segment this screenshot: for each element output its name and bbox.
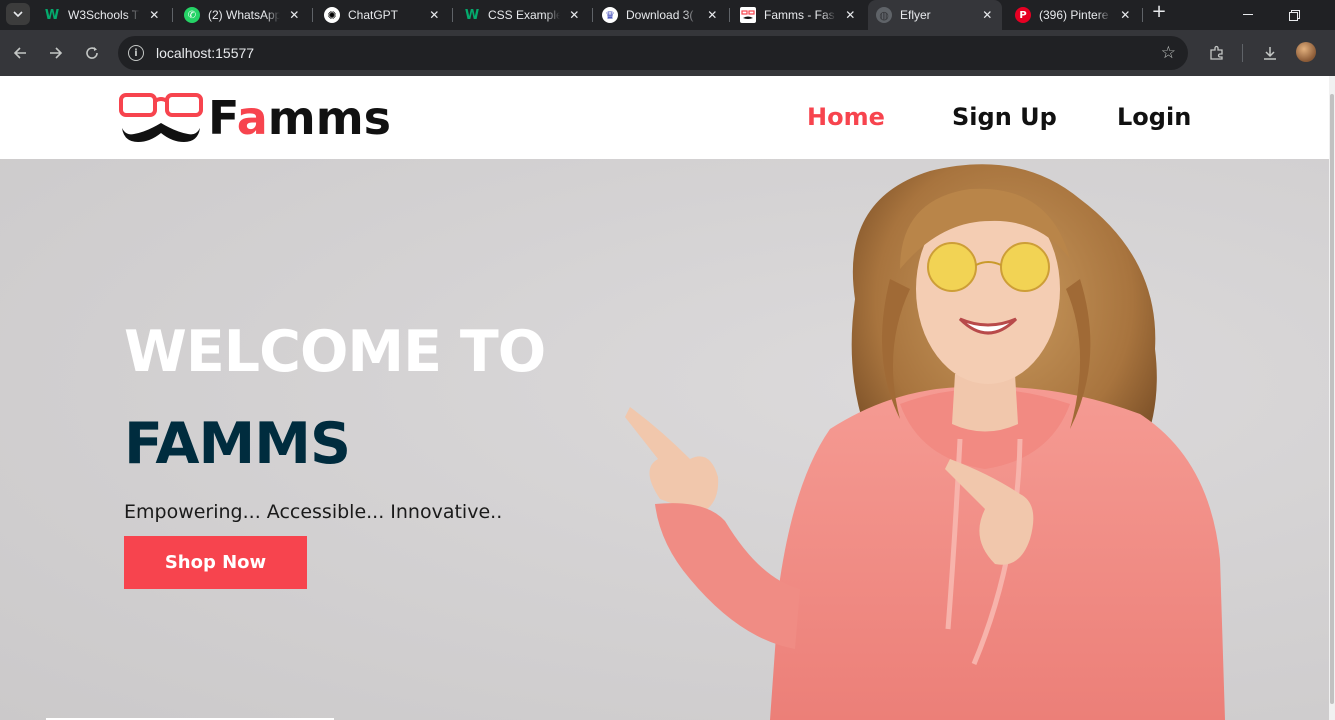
tab-title: Download 3( <box>626 8 694 22</box>
tab-divider <box>1142 8 1143 22</box>
logo-letter-f: F <box>208 91 237 145</box>
browser-toolbar: i localhost:15577 ☆ <box>0 30 1335 76</box>
back-button[interactable] <box>7 40 33 66</box>
globe-icon: ◍ <box>876 7 892 23</box>
profile-avatar[interactable] <box>1296 42 1316 62</box>
hero-heading-welcome: WELCOME TO <box>124 319 546 385</box>
browser-tab[interactable]: ♛ Download 3( ✕ <box>594 0 727 30</box>
arrow-left-icon <box>13 47 26 59</box>
page-viewport: Famms Home Sign Up Login WELCOME TO FAMM… <box>0 76 1335 720</box>
close-icon[interactable]: ✕ <box>981 8 994 22</box>
downloads-button[interactable] <box>1259 42 1281 64</box>
famms-favicon-icon <box>740 7 756 23</box>
pinterest-icon: P <box>1015 7 1031 23</box>
scrollbar-thumb[interactable] <box>1330 94 1334 704</box>
bookmark-star-icon[interactable]: ☆ <box>1161 43 1176 63</box>
close-icon[interactable]: ✕ <box>148 8 161 22</box>
tab-divider <box>452 8 453 22</box>
minimize-button[interactable] <box>1225 0 1271 30</box>
download-icon <box>1264 47 1276 60</box>
restore-button[interactable] <box>1271 0 1317 30</box>
close-icon[interactable]: ✕ <box>706 8 719 22</box>
shop-now-button[interactable]: Shop Now <box>124 536 307 589</box>
restore-icon <box>1288 9 1300 21</box>
page-scrollbar[interactable] <box>1329 76 1335 720</box>
tab-title: ChatGPT <box>348 8 399 22</box>
browser-tab-active[interactable]: ◍ Eflyer ✕ <box>868 0 1002 30</box>
tab-title: (2) WhatsApp <box>208 8 280 22</box>
address-bar[interactable]: i localhost:15577 ☆ <box>118 36 1188 70</box>
tab-search-button[interactable] <box>6 3 30 25</box>
famms-logo[interactable]: Famms <box>118 92 391 144</box>
extensions-button[interactable] <box>1206 42 1228 64</box>
logo-letter-a: a <box>236 91 268 145</box>
tab-title: Eflyer <box>900 8 931 22</box>
new-tab-button[interactable]: + <box>1148 2 1170 24</box>
hero-banner: WELCOME TO FAMMS Empowering... Accessibl… <box>0 159 1329 720</box>
w3schools-icon: W <box>464 7 480 23</box>
chatgpt-icon: ✺ <box>324 7 340 23</box>
arrow-right-icon <box>50 47 63 59</box>
tab-title: Famms - Fas <box>764 8 835 22</box>
tab-title: W3Schools T <box>68 8 140 22</box>
browser-tab[interactable]: W CSS Example ✕ <box>456 0 589 30</box>
close-icon[interactable]: ✕ <box>844 8 857 22</box>
crown-icon: ♛ <box>602 7 618 23</box>
tab-divider <box>172 8 173 22</box>
logo-letters-mms: mms <box>267 91 392 145</box>
toolbar-divider <box>1242 44 1243 62</box>
reload-button[interactable] <box>79 40 105 66</box>
browser-tab[interactable]: W W3Schools T ✕ <box>36 0 169 30</box>
puzzle-icon <box>1210 45 1223 60</box>
minimize-icon <box>1243 14 1253 15</box>
url-text[interactable]: localhost:15577 <box>156 45 254 61</box>
reload-icon <box>86 47 98 59</box>
w3schools-icon: W <box>44 7 60 23</box>
tab-divider <box>729 8 730 22</box>
glasses-mustache-logo-icon <box>119 93 203 142</box>
hero-heading-brand: FAMMS <box>124 411 351 477</box>
logo-text: Famms <box>208 95 391 141</box>
hero-tagline: Empowering... Accessible... Innovative.. <box>124 501 503 523</box>
forward-button[interactable] <box>43 40 69 66</box>
browser-tab[interactable]: P (396) Pintere ✕ <box>1007 0 1140 30</box>
chevron-down-icon <box>13 11 23 18</box>
hero-model-image <box>625 164 1225 720</box>
close-icon[interactable]: ✕ <box>288 8 301 22</box>
nav-login[interactable]: Login <box>1117 103 1191 131</box>
nav-sign-up[interactable]: Sign Up <box>952 103 1057 131</box>
browser-tab[interactable]: ✆ (2) WhatsApp ✕ <box>176 0 309 30</box>
close-icon[interactable]: ✕ <box>568 8 581 22</box>
tab-title: (396) Pintere <box>1039 8 1109 22</box>
tab-divider <box>312 8 313 22</box>
site-header: Famms Home Sign Up Login <box>0 76 1329 159</box>
close-icon[interactable]: ✕ <box>1119 8 1132 22</box>
browser-tab-strip: W W3Schools T ✕ ✆ (2) WhatsApp ✕ ✺ ChatG… <box>0 0 1335 30</box>
close-icon[interactable]: ✕ <box>428 8 441 22</box>
tab-title: CSS Example <box>488 8 560 22</box>
nav-home[interactable]: Home <box>807 103 885 131</box>
browser-tab[interactable]: ✺ ChatGPT ✕ <box>316 0 449 30</box>
whatsapp-icon: ✆ <box>184 7 200 23</box>
browser-tab[interactable]: Famms - Fas ✕ <box>732 0 865 30</box>
tab-divider <box>592 8 593 22</box>
site-info-icon[interactable]: i <box>128 45 144 61</box>
